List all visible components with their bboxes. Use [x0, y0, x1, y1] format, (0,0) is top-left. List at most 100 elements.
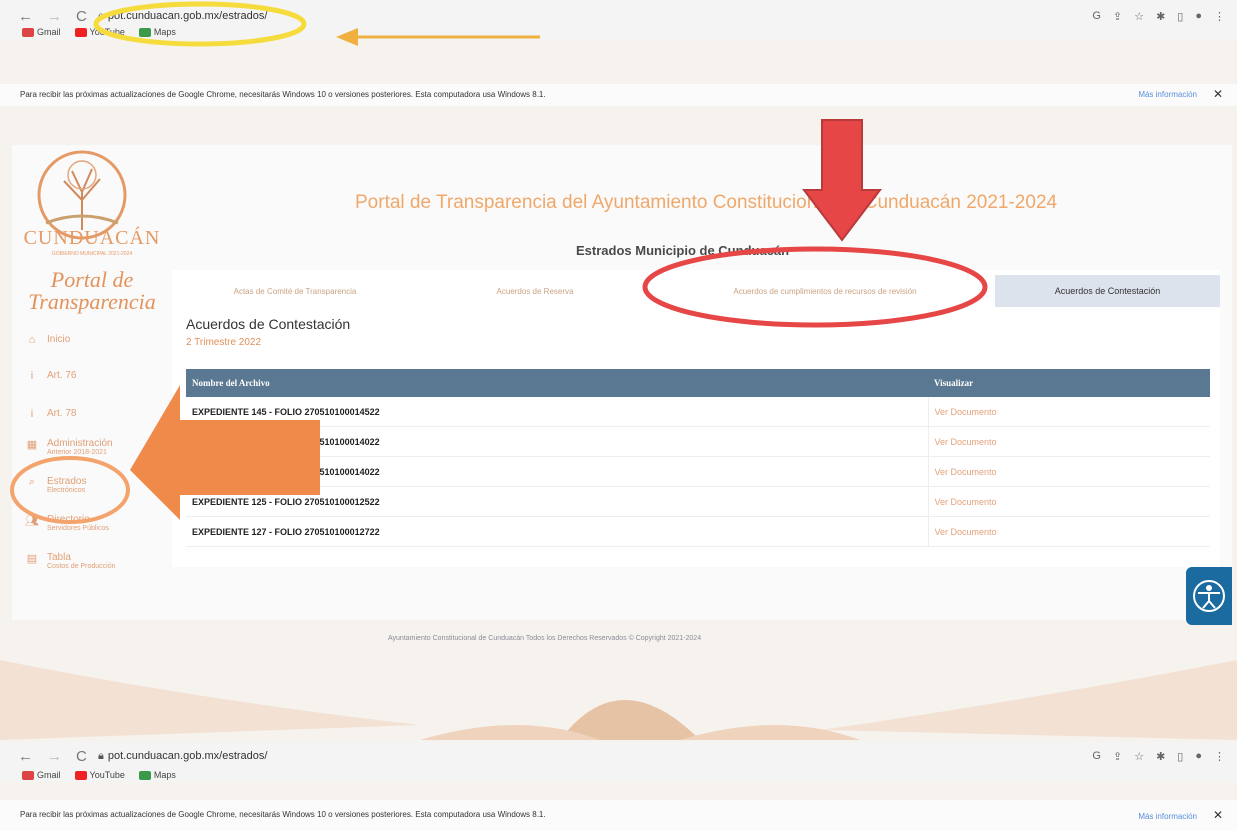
youtube-icon [74, 28, 87, 38]
infobar-more-link[interactable]: Más información [1138, 90, 1197, 99]
file-name: EXPEDIENTE 125 - FOLIO 270510100012522 [186, 486, 928, 517]
column-header-visualizar: Visualizar [928, 369, 1210, 397]
bookmark-maps[interactable]: Maps [138, 770, 176, 781]
table-icon: ▤ [26, 553, 38, 565]
calendar-icon: ▦ [26, 439, 38, 451]
star-icon[interactable]: ☆ [1134, 10, 1144, 23]
profile-icon[interactable]: ● [1195, 750, 1202, 763]
url-text: pot.cunduacan.gob.mx/estrados/ [107, 750, 268, 762]
sidebar-item-tabla[interactable]: ▤ Tabla Costos de Producción [25, 552, 116, 570]
sidebar-item-directorio[interactable]: 👥︎ Directorio Servidores Públicos [25, 514, 109, 532]
youtube-icon [74, 771, 87, 781]
file-name: EXPEDIENTE 140 - FOLIO 270510100014022 [186, 456, 928, 487]
ver-documento-link[interactable]: Ver Documento [927, 456, 1210, 487]
file-name: EXPEDIENTE 140 - FOLIO 270510100014022 [186, 426, 928, 457]
back-icon[interactable]: ← [18, 748, 33, 768]
tab-acuerdos-cumplimientos[interactable]: Acuerdos de cumplimientos de recursos de… [660, 275, 990, 307]
forward-icon[interactable]: → [47, 8, 62, 28]
bookmark-maps[interactable]: Maps [138, 27, 176, 38]
logo-tagline: GOBIERNO MUNICIPAL 2021-2024 [51, 251, 133, 257]
sidebar-item-estrados[interactable]: ⌕ Estrados Electrónicos [25, 476, 87, 494]
address-bar[interactable]: 🔒︎ pot.cunduacan.gob.mx/estrados/ [98, 750, 267, 763]
ver-documento-link[interactable]: Ver Documento [927, 397, 1210, 427]
toolbar-icons: G ⇪ ☆ ✱ ▯ ● ⋮ [1092, 10, 1225, 23]
nav-buttons: ← → C [18, 8, 87, 28]
table-row: EXPEDIENTE 127 - FOLIO 270510100012722 Ve… [186, 516, 1210, 547]
share-icon[interactable]: ⇪ [1113, 750, 1122, 763]
tab-acuerdos-reserva[interactable]: Acuerdos de Reserva [420, 275, 650, 307]
back-icon[interactable]: ← [18, 8, 33, 28]
gmail-icon [22, 28, 34, 38]
home-icon: ⌂ [28, 334, 36, 346]
portal-title-line2: Transparencia [28, 289, 156, 314]
info-icon: i [30, 408, 34, 420]
sidebar-item-inicio[interactable]: ⌂ Inicio [25, 334, 71, 346]
url-text: pot.cunduacan.gob.mx/estrados/ [107, 10, 268, 22]
file-name: EXPEDIENTE 145 - FOLIO 270510100014522 [186, 397, 928, 427]
reload-icon[interactable]: C [76, 8, 87, 28]
maps-icon [138, 28, 151, 38]
infobar-more-link[interactable]: Más información [1138, 812, 1197, 821]
users-icon: 👥︎ [25, 515, 39, 527]
infobar-text: Para recibir las próximas actualizacione… [20, 90, 546, 99]
address-bar[interactable]: 🔒︎ pot.cunduacan.gob.mx/estrados/ [98, 10, 267, 23]
section-heading: Estrados Municipio de Cunduacán [576, 243, 790, 258]
documents-table: Nombre del Archivo Visualizar EXPEDIENTE… [186, 369, 1210, 547]
table-row: EXPEDIENTE 140 - FOLIO 270510100014022 Ve… [186, 456, 1210, 487]
nav-buttons: ← → C [18, 748, 87, 768]
bookmark-youtube[interactable]: YouTube [74, 27, 125, 38]
extensions-icon[interactable]: ✱ [1156, 750, 1165, 763]
ver-documento-link[interactable]: Ver Documento [927, 486, 1210, 517]
bookmarks-bar: Gmail YouTube Maps [22, 27, 176, 38]
reload-icon[interactable]: C [76, 748, 87, 768]
infobar-close-icon[interactable]: ✕ [1213, 87, 1223, 101]
menu-icon[interactable]: ⋮ [1214, 10, 1225, 23]
sidebar-item-administracion[interactable]: ▦ Administración Anterior 2018-2021 [25, 438, 113, 456]
infobar-text: Para recibir las próximas actualizacione… [20, 810, 546, 819]
update-infobar: Para recibir las próximas actualizacione… [0, 800, 1237, 831]
maps-icon [138, 771, 151, 781]
table-row: EXPEDIENTE 125 - FOLIO 270510100012522 Ve… [186, 486, 1210, 517]
period-label: 2 Trimestre 2022 [186, 337, 262, 348]
google-icon[interactable]: G [1092, 10, 1101, 23]
table-row: EXPEDIENTE 145 - FOLIO 270510100014522 Ve… [186, 397, 1210, 427]
table-header-row: Nombre del Archivo Visualizar [186, 369, 1210, 397]
bookmark-youtube[interactable]: YouTube [74, 770, 125, 781]
forward-icon[interactable]: → [47, 748, 62, 768]
sidebar: CUNDUACÁN GOBIERNO MUNICIPAL 2021-2024 P… [12, 145, 172, 620]
accessibility-icon [1193, 580, 1225, 612]
browser-toolbar-top: ← → C 🔒︎ pot.cunduacan.gob.mx/estrados/ G… [0, 0, 1237, 40]
search-icon: ⌕ [28, 476, 36, 488]
table-row: EXPEDIENTE 140 - FOLIO 270510100014022 Ve… [186, 426, 1210, 457]
update-infobar: Para recibir las próximas actualizacione… [0, 84, 1237, 106]
profile-icon[interactable]: ● [1195, 10, 1202, 23]
browser-toolbar-bottom: ← → C 🔒︎ pot.cunduacan.gob.mx/estrados/ G… [0, 742, 1237, 782]
sidepanel-icon[interactable]: ▯ [1177, 10, 1183, 23]
menu-icon[interactable]: ⋮ [1214, 750, 1225, 763]
tab-actas-comite[interactable]: Actas de Comité de Transparencia [180, 275, 410, 307]
gmail-icon [22, 771, 34, 781]
ver-documento-link[interactable]: Ver Documento [927, 426, 1210, 457]
accessibility-button[interactable] [1186, 567, 1232, 625]
extensions-icon[interactable]: ✱ [1156, 10, 1165, 23]
info-icon: i [30, 370, 34, 382]
ver-documento-link[interactable]: Ver Documento [927, 516, 1210, 547]
bookmark-gmail[interactable]: Gmail [22, 770, 61, 781]
footer-roots-decoration [0, 660, 1237, 740]
column-header-nombre: Nombre del Archivo [186, 369, 928, 397]
page-title: Portal de Transparencia del Ayuntamiento… [355, 192, 1058, 213]
lock-icon: 🔒︎ [98, 750, 104, 762]
sidebar-item-art-78[interactable]: i Art. 78 [25, 408, 77, 420]
infobar-close-icon[interactable]: ✕ [1213, 808, 1223, 822]
sidepanel-icon[interactable]: ▯ [1177, 750, 1183, 763]
lock-icon: 🔒︎ [98, 10, 104, 22]
star-icon[interactable]: ☆ [1134, 750, 1144, 763]
bookmark-gmail[interactable]: Gmail [22, 27, 61, 38]
share-icon[interactable]: ⇪ [1113, 10, 1122, 23]
tab-acuerdos-contestacion[interactable]: Acuerdos de Contestación [995, 275, 1220, 307]
section-title: Acuerdos de Contestación [186, 316, 351, 332]
bookmarks-bar: Gmail YouTube Maps [22, 770, 176, 781]
logo-name: CUNDUACÁN [23, 227, 161, 249]
google-icon[interactable]: G [1092, 750, 1101, 763]
sidebar-item-art-76[interactable]: i Art. 76 [25, 370, 77, 382]
